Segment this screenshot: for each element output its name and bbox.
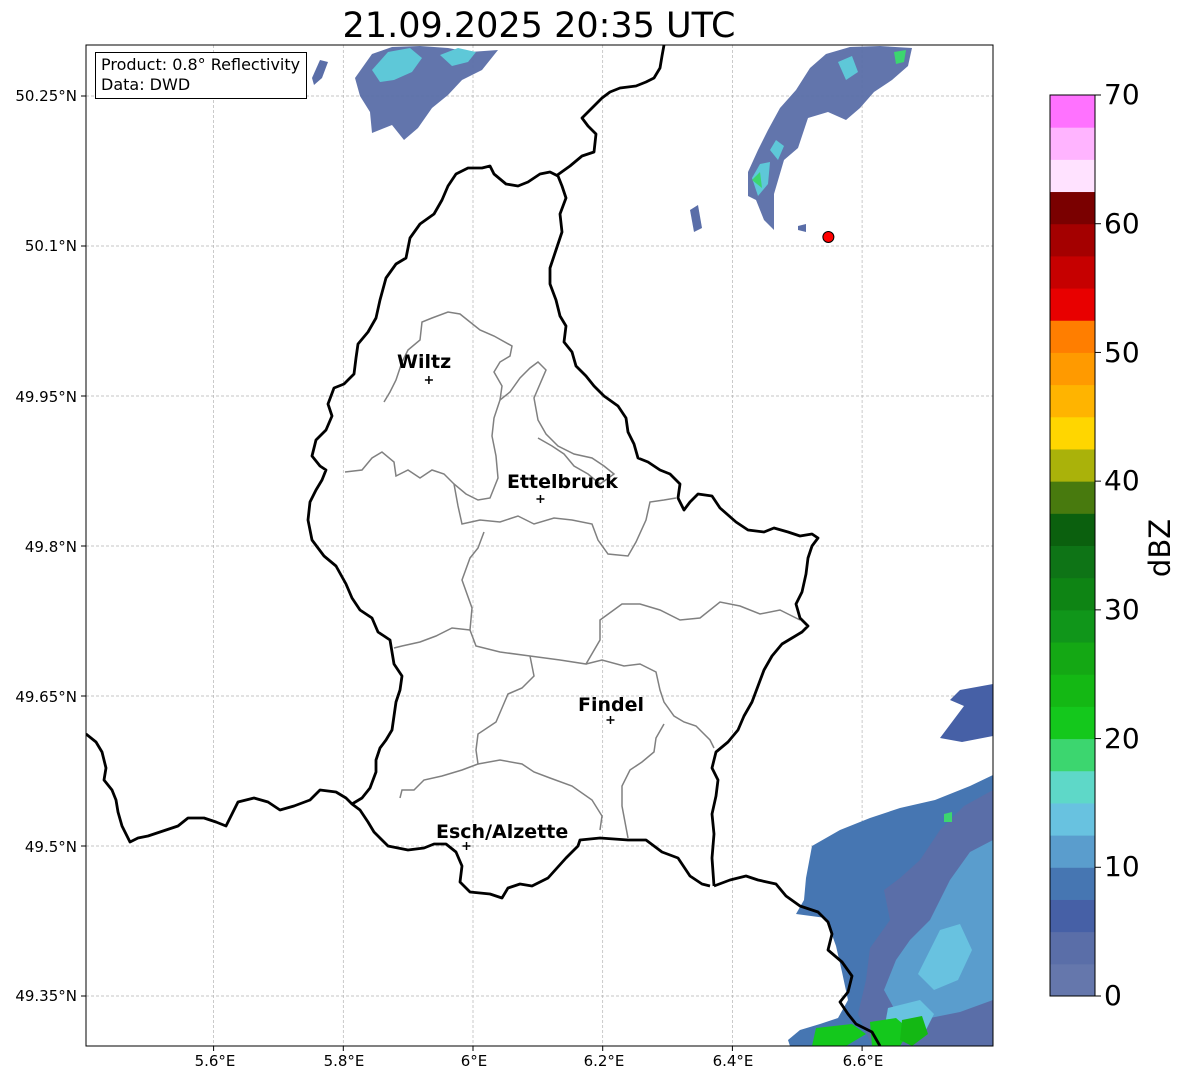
colorbar-segment (1050, 513, 1095, 546)
colorbar-segment (1050, 255, 1095, 289)
city-label-esch-alzette: Esch/Alzette (436, 821, 569, 843)
colorbar-segment (1050, 738, 1095, 772)
colorbar-tick-label: 70 (1104, 78, 1140, 111)
colorbar-segment (1050, 159, 1095, 193)
city-marker (424, 376, 433, 384)
colorbar-segment (1050, 352, 1095, 386)
colorbar-segment (1050, 481, 1095, 514)
colorbar-segment (1050, 899, 1095, 933)
colorbar-segment (1050, 963, 1095, 997)
lat-tick-label: 49.5°N (24, 838, 77, 856)
colorbar-unit-label: dBZ (1143, 518, 1177, 578)
city-marker (606, 716, 615, 724)
colorbar-tick-label: 30 (1104, 593, 1140, 626)
lat-tick-label: 49.35°N (15, 987, 77, 1005)
radar-map (81, 44, 1101, 1051)
lon-tick-label: 6.6°E (842, 1052, 884, 1070)
city-marker (536, 495, 545, 503)
data-source-label: Data: DWD (101, 75, 191, 94)
colorbar-tick-label: 10 (1104, 850, 1140, 883)
city-markers (424, 376, 615, 850)
colorbar-segment (1050, 416, 1095, 450)
colorbar (1050, 94, 1101, 997)
colorbar-segment (1050, 127, 1095, 160)
colorbar-segment (1050, 642, 1095, 675)
lat-tick-label: 49.95°N (15, 388, 77, 406)
colorbar-segment (1050, 706, 1095, 740)
colorbar-segment (1050, 867, 1095, 900)
colorbar-tick-label: 60 (1104, 207, 1140, 240)
city-label-ettelbruck: Ettelbruck (507, 471, 618, 493)
lon-tick-label: 6.2°E (583, 1052, 625, 1070)
echo-cluster-southeast (788, 684, 993, 1046)
colorbar-segment (1050, 545, 1095, 579)
colorbar-segment (1050, 931, 1095, 965)
city-label-findel: Findel (578, 694, 645, 716)
lon-tick-label: 6°E (460, 1052, 488, 1070)
lon-tick-label: 5.8°E (323, 1052, 365, 1070)
colorbar-segment (1050, 802, 1095, 836)
lon-tick-label: 5.6°E (194, 1052, 236, 1070)
colorbar-segment (1050, 320, 1095, 353)
lat-tick-label: 50.1°N (24, 237, 77, 255)
colorbar-tick-label: 50 (1104, 336, 1140, 369)
germany-north-border (555, 45, 666, 178)
colorbar-segment (1050, 191, 1095, 225)
colorbar-segment (1050, 577, 1095, 611)
city-label-wiltz: Wiltz (397, 351, 452, 373)
lat-tick-label: 49.65°N (15, 688, 77, 706)
echo-cluster-northwest (312, 46, 498, 140)
colorbar-tick-label: 40 (1104, 464, 1140, 497)
product-info-box: Product: 0.8° Reflectivity Data: DWD (95, 52, 308, 99)
lon-tick-label: 6.4°E (712, 1052, 754, 1070)
colorbar-segment (1050, 95, 1095, 128)
axis-ticks (81, 95, 863, 1051)
lat-tick-label: 50.25°N (15, 87, 77, 105)
colorbar-segment (1050, 448, 1095, 482)
lat-tick-label: 49.8°N (24, 538, 77, 556)
colorbar-segment (1050, 674, 1095, 707)
echo-cluster-northeast (690, 46, 912, 232)
canton-boundaries (344, 311, 801, 839)
city-marker (462, 842, 471, 850)
colorbar-segment (1050, 223, 1095, 257)
colorbar-tick-label: 0 (1104, 979, 1122, 1012)
product-label: Product: 0.8° Reflectivity (101, 55, 301, 74)
colorbar-segment (1050, 288, 1095, 321)
colorbar-segment (1050, 384, 1095, 418)
colorbar-segment (1050, 835, 1095, 868)
france-belgium-border (86, 732, 353, 844)
colorbar-segment (1050, 770, 1095, 804)
luxembourg-border (306, 164, 820, 900)
colorbar-segment (1050, 609, 1095, 643)
colorbar-tick-label: 20 (1104, 722, 1140, 755)
radar-site-marker (822, 231, 835, 243)
